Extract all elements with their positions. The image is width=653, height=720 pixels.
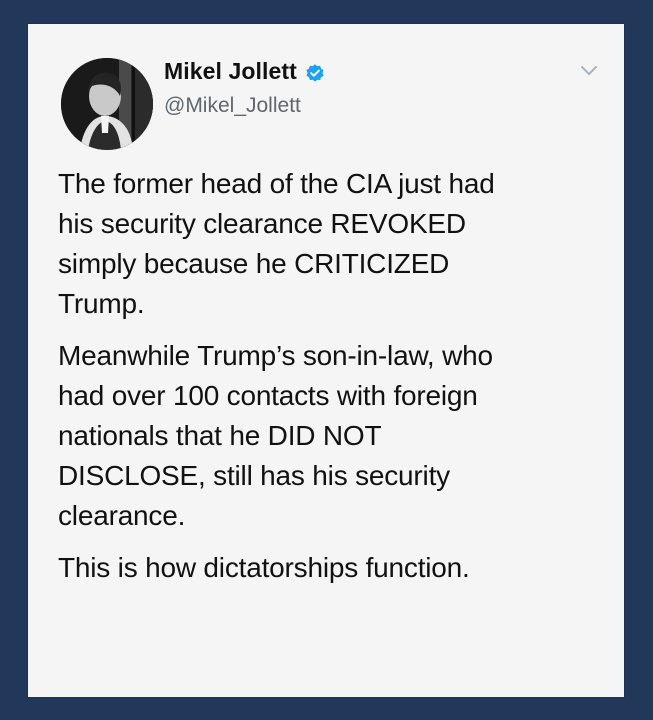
tweet-text: The former head of the CIA just had his … — [58, 164, 608, 588]
verified-badge-icon — [305, 63, 325, 83]
author-name-row: Mikel Jollett — [164, 58, 325, 85]
tweet-paragraph: This is how dictatorships function. — [58, 552, 470, 583]
tweet-paragraph: Meanwhile Trump’s son-in-law, who had ov… — [58, 340, 493, 531]
tweet-card: Mikel Jollett @Mikel_Jollett The former … — [28, 24, 624, 697]
tweet-header: Mikel Jollett @Mikel_Jollett — [28, 24, 624, 150]
author-display-name[interactable]: Mikel Jollett — [164, 58, 297, 85]
screenshot-frame: Mikel Jollett @Mikel_Jollett The former … — [0, 0, 653, 720]
chevron-down-icon[interactable] — [580, 64, 598, 76]
profile-avatar-icon[interactable] — [61, 58, 153, 150]
tweet-paragraph: The former head of the CIA just had his … — [58, 168, 495, 319]
author-handle[interactable]: @Mikel_Jollett — [164, 94, 301, 118]
